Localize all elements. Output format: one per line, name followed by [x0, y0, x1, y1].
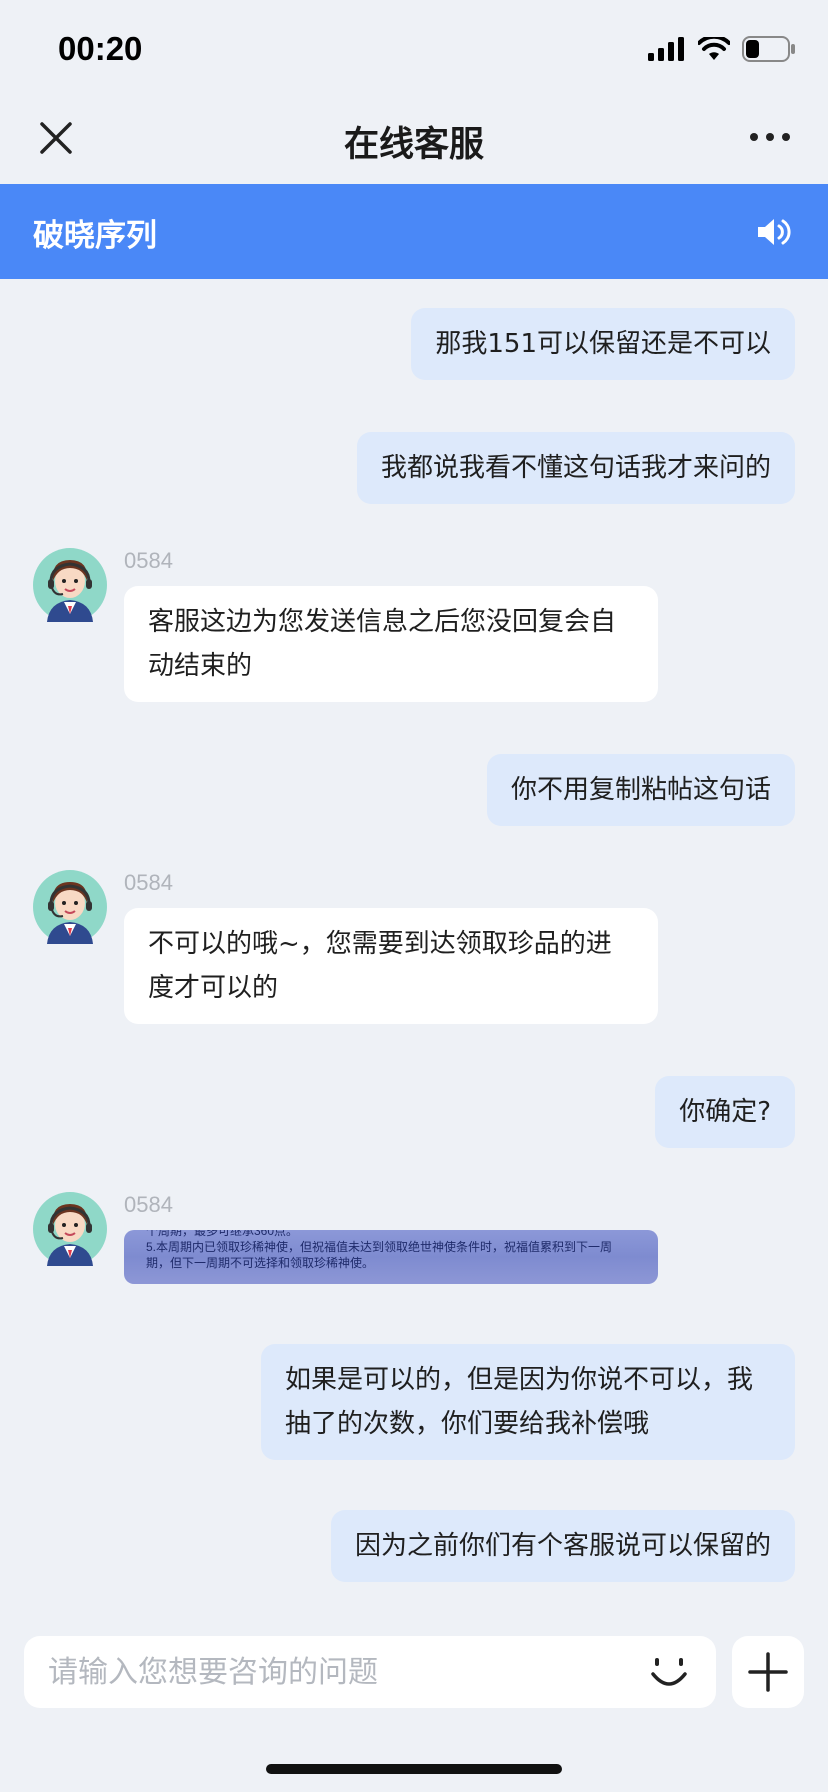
- agent-message[interactable]: 客服这边为您发送信息之后您没回复会自动结束的: [124, 586, 658, 702]
- more-dots-icon[interactable]: [748, 130, 792, 144]
- user-message[interactable]: 那我151可以保留还是不可以: [411, 308, 795, 380]
- game-banner: 破晓序列: [0, 184, 828, 279]
- image-text-line: 个周期，最多可继承360点。: [146, 1230, 299, 1238]
- image-text-line: 期，但下一周期不可选择和领取珍稀神使。: [146, 1256, 375, 1270]
- user-message[interactable]: 你不用复制粘帖这句话: [486, 754, 795, 826]
- plus-icon: [748, 1652, 788, 1692]
- user-message[interactable]: 我都说我看不懂这句话我才来问的: [356, 432, 795, 504]
- wifi-icon: [698, 37, 730, 60]
- message-input[interactable]: [48, 1636, 608, 1708]
- user-message[interactable]: 你确定?: [655, 1076, 795, 1148]
- agent-id: 0584: [124, 548, 173, 573]
- status-icons: [648, 34, 796, 64]
- battery-icon: [742, 36, 795, 62]
- agent-avatar[interactable]: [33, 1192, 107, 1266]
- nav-bar: 在线客服: [0, 96, 828, 184]
- user-message[interactable]: 因为之前你们有个客服说可以保留的: [330, 1510, 795, 1582]
- cellular-signal-icon: [648, 37, 684, 61]
- user-message[interactable]: 如果是可以的，但是因为你说不可以，我抽了的次数，你们要给我补偿哦: [261, 1344, 795, 1460]
- home-indicator[interactable]: [266, 1764, 562, 1774]
- status-bar: 00:20: [0, 0, 828, 96]
- agent-avatar[interactable]: [33, 548, 107, 622]
- agent-id: 0584: [124, 1192, 173, 1217]
- speaker-icon[interactable]: [756, 216, 792, 248]
- message-input-box: [24, 1636, 716, 1708]
- agent-id: 0584: [124, 870, 173, 895]
- agent-image-message[interactable]: 个周期，最多可继承360点。 5.本周期内已领取珍稀神使，但祝福值未达到领取绝世…: [124, 1230, 658, 1284]
- banner-title: 破晓序列: [33, 218, 157, 254]
- image-text-line: 5.本周期内已领取珍稀神使，但祝福值未达到领取绝世神使条件时，祝福值累积到下一周: [146, 1240, 613, 1254]
- status-time: 00:20: [58, 30, 143, 67]
- agent-avatar[interactable]: [33, 870, 107, 944]
- plus-button[interactable]: [732, 1636, 804, 1708]
- agent-message[interactable]: 不可以的哦~，您需要到达领取珍品的进度才可以的: [124, 908, 658, 1024]
- page-title: 在线客服: [343, 125, 484, 165]
- smiley-icon[interactable]: [650, 1654, 688, 1692]
